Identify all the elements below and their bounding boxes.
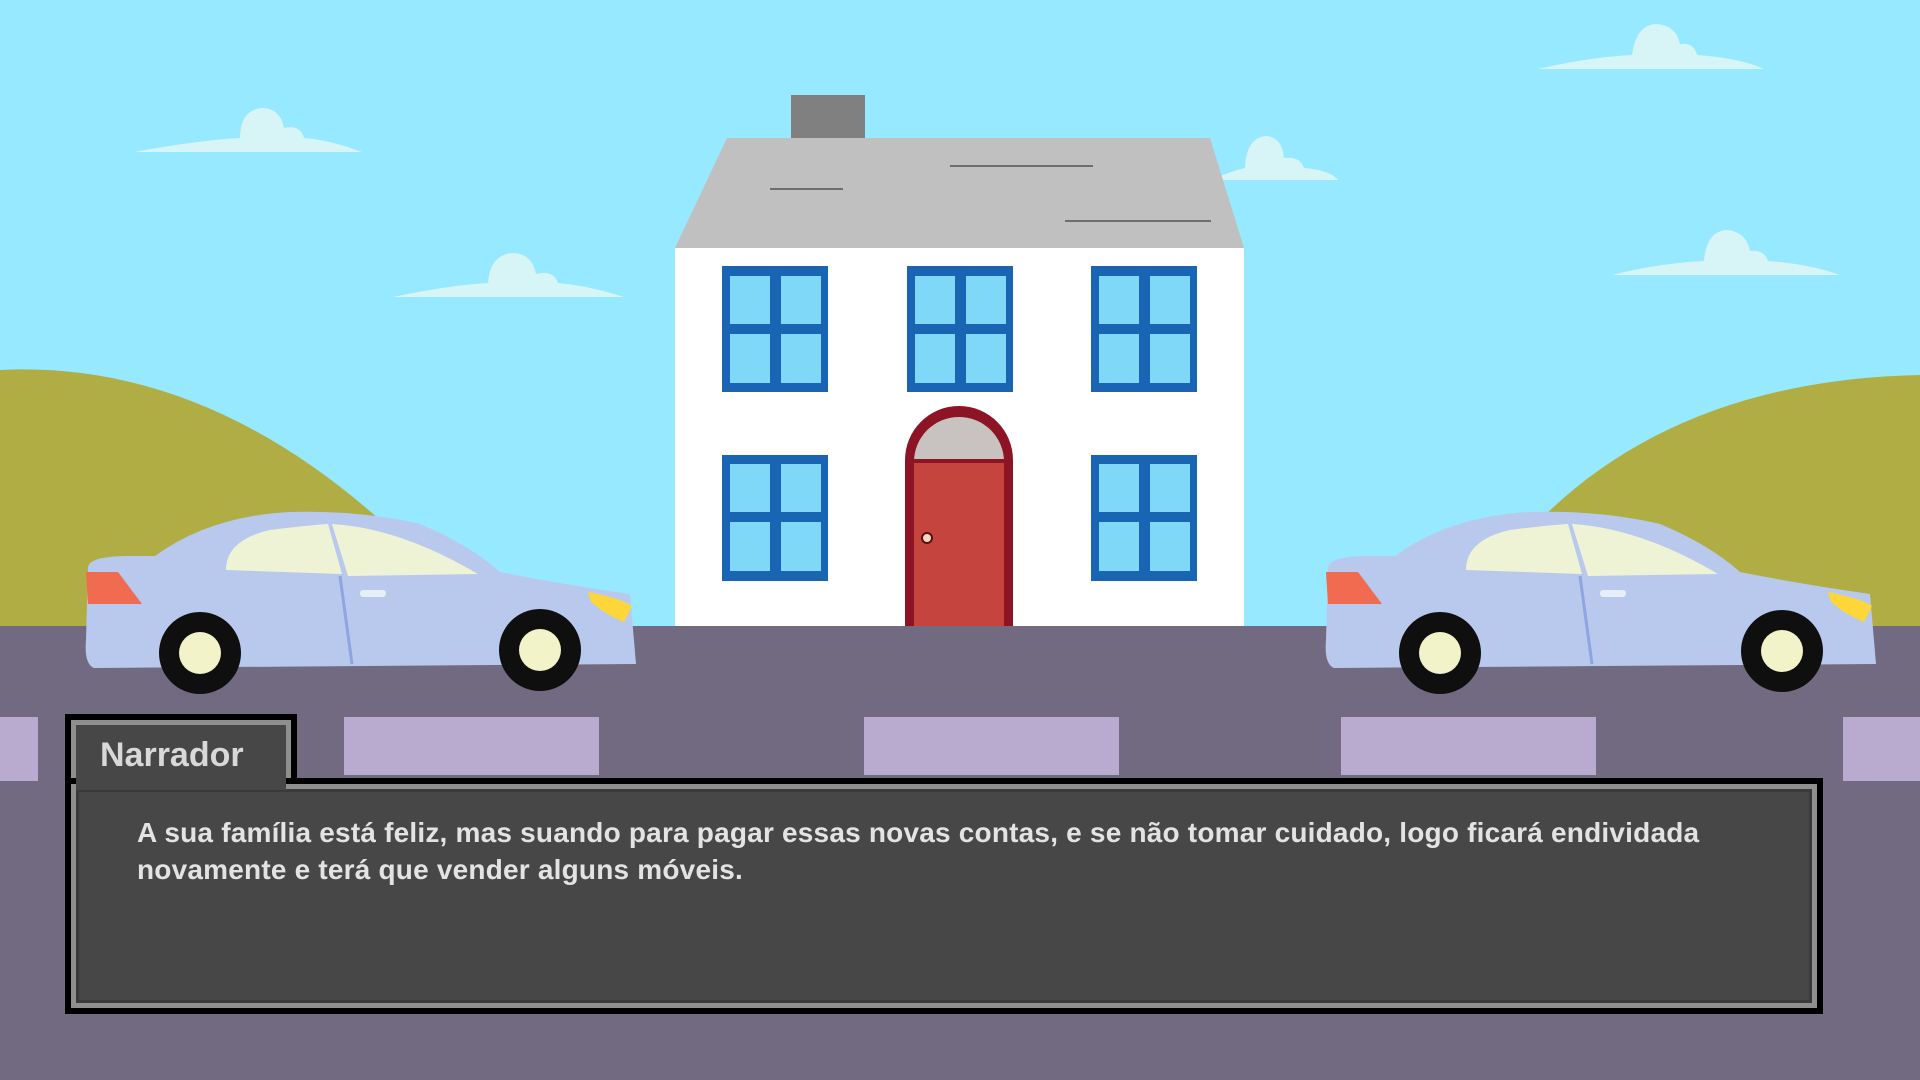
wheel: [499, 609, 581, 691]
chimney: [791, 95, 865, 140]
wheel: [159, 612, 241, 694]
window: [1091, 266, 1197, 392]
speaker-name-tag: Narrador: [65, 714, 297, 784]
window: [1091, 455, 1197, 581]
dialogue-box[interactable]: A sua família está feliz, mas suando par…: [65, 778, 1823, 1014]
dialogue-seam: [76, 778, 286, 790]
window: [722, 455, 828, 581]
speaker-name: Narrador: [100, 736, 244, 774]
roof: [675, 138, 1244, 248]
door: [905, 406, 1013, 628]
house: [675, 95, 1244, 628]
wheel: [1399, 612, 1481, 694]
window: [907, 266, 1013, 392]
name-tag-frame: Narrador: [71, 720, 291, 784]
door-knob: [921, 532, 933, 544]
wheel: [1741, 610, 1823, 692]
window: [722, 266, 828, 392]
dialogue-text: A sua família está feliz, mas suando par…: [137, 817, 1700, 885]
